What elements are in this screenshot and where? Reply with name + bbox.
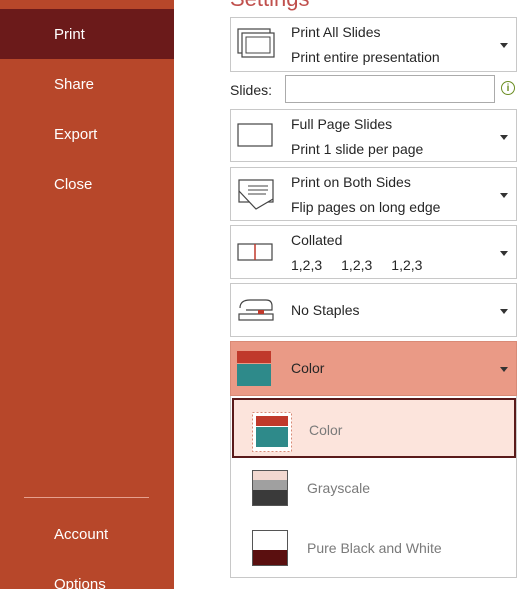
layout-dropdown[interactable]: Full Page Slides Print 1 slide per page xyxy=(230,109,517,162)
color-swatch-icon xyxy=(252,412,292,457)
sidebar-item-print[interactable]: Print xyxy=(0,9,174,59)
chevron-down-icon xyxy=(500,193,508,198)
chevron-down-icon xyxy=(500,367,508,372)
chevron-down-icon xyxy=(500,251,508,256)
dropdown-subtitle: Print entire presentation xyxy=(291,49,440,65)
sidebar-item-close[interactable]: Close xyxy=(0,159,174,209)
collation-sequence: 1,2,3 1,2,3 1,2,3 xyxy=(291,257,441,273)
collation-set: 1,2,3 xyxy=(291,257,323,273)
sidebar-item-label: Close xyxy=(54,175,93,193)
stapler-icon xyxy=(236,296,278,331)
sidebar-item-label: Options xyxy=(54,575,106,593)
full-page-slide-icon xyxy=(236,122,276,155)
collation-set: 1,2,3 xyxy=(341,257,373,273)
dropdown-subtitle: Flip pages on long edge xyxy=(291,199,441,215)
sidebar-divider xyxy=(24,497,149,498)
info-icon[interactable]: i xyxy=(501,81,515,95)
sidebar-item-label: Account xyxy=(54,525,109,543)
grayscale-swatch-icon xyxy=(252,470,288,511)
collation-dropdown[interactable]: Collated 1,2,3 1,2,3 1,2,3 xyxy=(230,225,517,279)
collated-icon xyxy=(236,240,276,269)
duplex-icon xyxy=(236,177,278,218)
sidebar-item-options[interactable]: Options xyxy=(0,559,174,609)
dropdown-selected-value: Color xyxy=(291,360,325,376)
dropdown-title: Print on Both Sides xyxy=(291,174,411,190)
sidebar-item-account[interactable]: Account xyxy=(0,509,174,559)
slides-label: Slides: xyxy=(230,82,273,98)
option-label: Pure Black and White xyxy=(307,540,442,556)
dropdown-title: No Staples xyxy=(291,302,360,318)
sidebar-item-label: Export xyxy=(54,125,98,143)
color-option-pure-black-and-white[interactable]: Pure Black and White xyxy=(232,518,516,578)
sidebar-item-label: Share xyxy=(54,75,95,93)
chevron-down-icon xyxy=(500,309,508,314)
dropdown-subtitle: Print 1 slide per page xyxy=(291,141,424,157)
dropdown-title: Full Page Slides xyxy=(291,116,393,132)
sidebar-item-label: Print xyxy=(54,25,85,43)
collation-set: 1,2,3 xyxy=(391,257,423,273)
color-option-grayscale[interactable]: Grayscale xyxy=(232,458,516,518)
dropdown-title: Collated xyxy=(291,232,343,248)
backstage-sidebar: Print Share Export Close Account Options xyxy=(0,0,174,593)
print-range-dropdown[interactable]: Print All Slides Print entire presentati… xyxy=(230,17,517,72)
settings-heading: Settings xyxy=(230,0,310,12)
chevron-down-icon xyxy=(500,43,508,48)
print-all-slides-icon xyxy=(236,27,276,64)
slides-input[interactable] xyxy=(285,75,495,103)
color-swatch-icon xyxy=(236,350,272,393)
black-white-swatch-icon xyxy=(252,530,288,571)
duplex-dropdown[interactable]: Print on Both Sides Flip pages on long e… xyxy=(230,167,517,221)
color-option-color[interactable]: Color xyxy=(232,398,516,458)
option-label: Color xyxy=(309,422,343,438)
option-label: Grayscale xyxy=(307,480,371,496)
sidebar-item-share[interactable]: Share xyxy=(0,59,174,109)
color-options-list: Color Grayscale Pure Black and White xyxy=(230,396,517,578)
color-dropdown[interactable]: Color xyxy=(230,341,517,396)
dropdown-title: Print All Slides xyxy=(291,24,381,40)
chevron-down-icon xyxy=(500,135,508,140)
staples-dropdown[interactable]: No Staples xyxy=(230,283,517,337)
sidebar-item-export[interactable]: Export xyxy=(0,109,174,159)
